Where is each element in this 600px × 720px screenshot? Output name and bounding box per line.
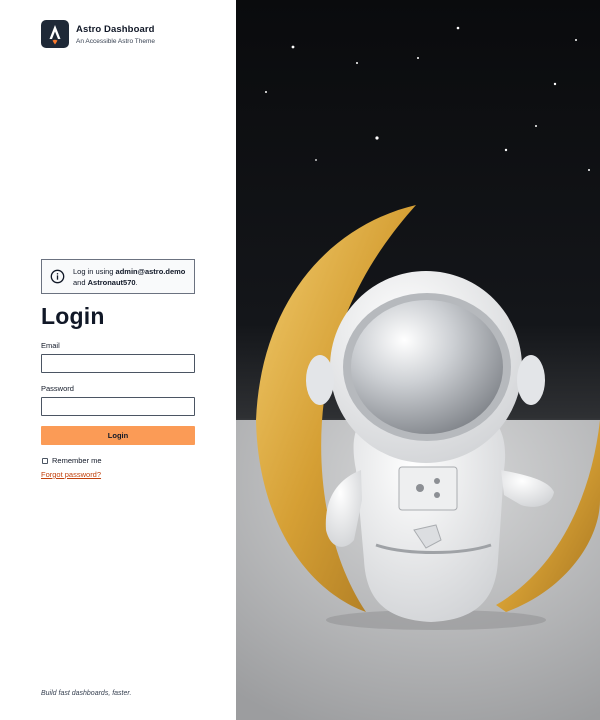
footer-tagline: Build fast dashboards, faster. bbox=[41, 690, 132, 697]
email-label: Email bbox=[41, 341, 60, 350]
email-field[interactable] bbox=[41, 354, 195, 373]
remember-me-label[interactable]: Remember me bbox=[52, 456, 102, 465]
info-icon bbox=[50, 269, 65, 284]
brand-text: Astro Dashboard An Accessible Astro Them… bbox=[76, 24, 155, 45]
brand-title: Astro Dashboard bbox=[76, 23, 155, 35]
alert-suffix: . bbox=[135, 277, 138, 287]
astro-logo-icon bbox=[41, 20, 69, 48]
login-panel: Astro Dashboard An Accessible Astro Them… bbox=[0, 0, 236, 720]
forgot-password-link[interactable]: Forgot password? bbox=[41, 470, 101, 479]
password-label: Password bbox=[41, 384, 74, 393]
astronaut-on-moon-image bbox=[236, 0, 600, 720]
demo-password: Astronaut570 bbox=[87, 277, 136, 287]
password-field[interactable] bbox=[41, 397, 195, 416]
page-title: Login bbox=[41, 303, 105, 329]
alert-middle: and bbox=[73, 277, 88, 287]
alert-text: Log in using admin@astro.demo and Astron… bbox=[73, 266, 185, 288]
demo-email: admin@astro.demo bbox=[115, 266, 186, 276]
credentials-alert: Log in using admin@astro.demo and Astron… bbox=[41, 259, 195, 294]
alert-prefix: Log in using bbox=[73, 266, 116, 276]
remember-me[interactable]: Remember me bbox=[42, 456, 102, 465]
remember-me-checkbox[interactable] bbox=[42, 457, 48, 464]
brand-subtitle: An Accessible Astro Theme bbox=[76, 37, 156, 45]
login-button[interactable]: Login bbox=[41, 426, 195, 445]
brand[interactable]: Astro Dashboard An Accessible Astro Them… bbox=[41, 20, 155, 48]
hero-image bbox=[236, 0, 600, 720]
